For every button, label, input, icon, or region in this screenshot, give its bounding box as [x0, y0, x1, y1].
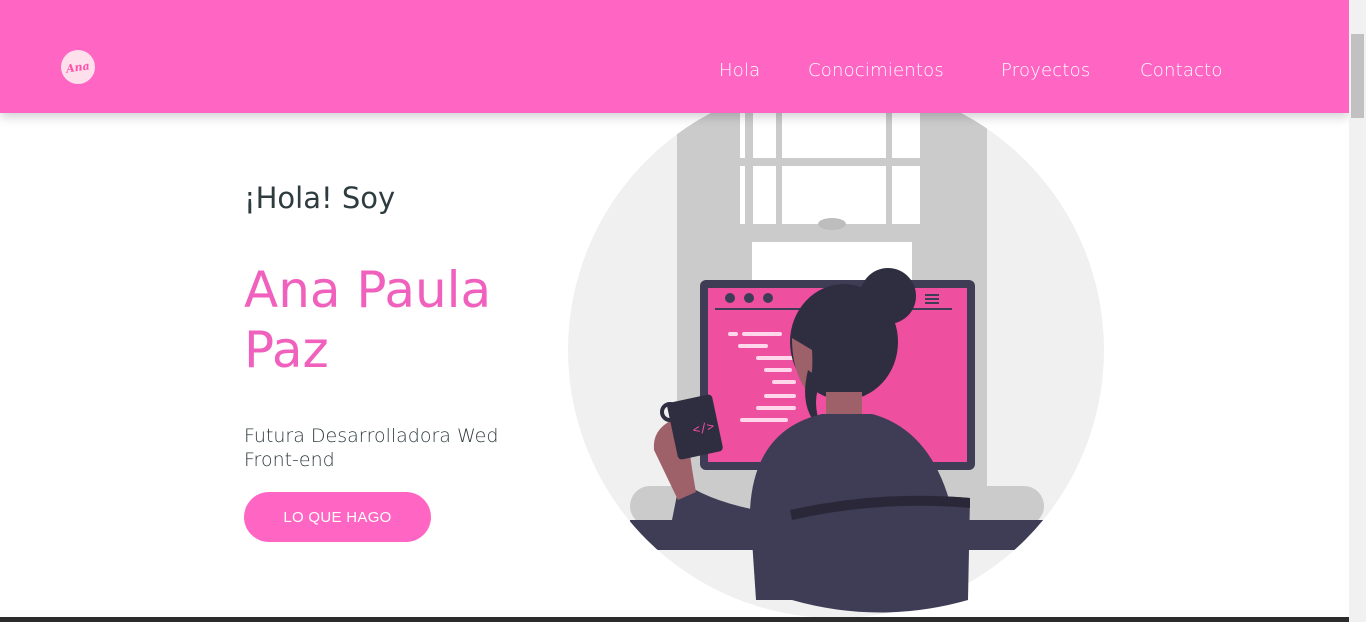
hero-name: Ana Paula Paz — [244, 261, 492, 379]
scrollbar-thumb[interactable] — [1351, 34, 1364, 118]
hero-subtitle: Futura Desarrolladora Wed Front-end — [244, 425, 499, 471]
developer-illustration: </> — [568, 82, 1104, 618]
nav-link-hola[interactable]: Hola — [719, 60, 760, 81]
logo-text: Ana — [65, 58, 91, 76]
vertical-scrollbar[interactable] — [1349, 0, 1366, 622]
nav-link-proyectos[interactable]: Proyectos — [1001, 60, 1090, 81]
navbar: Ana Hola Conocimientos Proyectos Contact… — [0, 0, 1349, 113]
lo-que-hago-button[interactable]: LO QUE HAGO — [244, 492, 431, 542]
nav-link-contacto[interactable]: Contacto — [1140, 60, 1223, 81]
logo[interactable]: Ana — [61, 50, 95, 84]
hero-greeting: ¡Hola! Soy — [244, 181, 396, 215]
page: Ana Hola Conocimientos Proyectos Contact… — [0, 0, 1366, 622]
bottom-bar — [0, 617, 1349, 622]
nav-link-conocimientos[interactable]: Conocimientos — [808, 60, 944, 81]
